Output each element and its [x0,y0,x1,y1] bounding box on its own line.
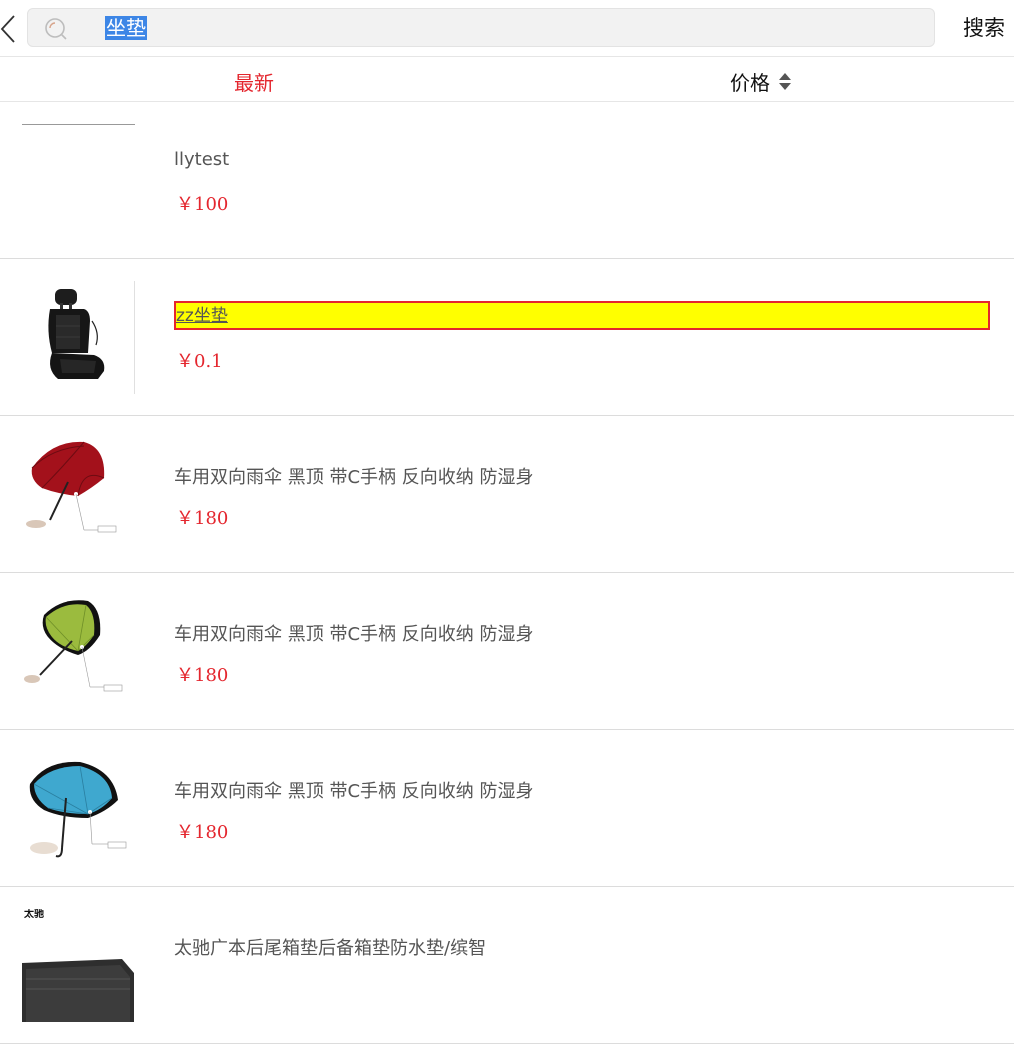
product-item[interactable]: 太驰 太驰广本后尾箱垫后备箱垫防水垫/缤智 [0,887,1014,1044]
product-item[interactable]: zz坐垫 ￥0.1 [0,259,1014,416]
product-image-placeholder [22,124,135,125]
product-title: llytest [174,149,230,170]
product-item[interactable]: 车用双向雨伞 黑顶 带C手柄 反向收纳 防湿身 ￥180 [0,573,1014,730]
sort-latest-tab[interactable]: 最新 [234,67,274,96]
product-item[interactable]: 车用双向雨伞 黑顶 带C手柄 反向收纳 防湿身 ￥180 [0,730,1014,887]
product-price: ￥180 [176,665,229,686]
red-umbrella-image [26,441,117,533]
search-query-text[interactable]: 坐垫 [105,16,147,40]
search-button[interactable]: 搜索 [963,13,1005,43]
product-item[interactable]: 车用双向雨伞 黑顶 带C手柄 反向收纳 防湿身 ￥180 [0,416,1014,573]
car-seat-cushion-image [48,281,135,394]
product-price: ￥180 [176,508,229,529]
product-price: ￥0.1 [176,351,223,372]
product-title: 车用双向雨伞 黑顶 带C手柄 反向收纳 防湿身 [174,467,534,488]
product-list: llytest ￥100 zz坐垫 ￥0.1 车用双向雨伞 黑顶 带C手柄 反向… [0,102,1014,1044]
sort-arrows-icon[interactable] [778,71,792,91]
product-price: ￥100 [176,194,229,215]
product-title: 车用双向雨伞 黑顶 带C手柄 反向收纳 防湿身 [174,624,534,645]
sort-bar: 最新 价格 [0,57,1014,102]
trunk-mat-image: 太驰 [22,909,134,1022]
product-price: ￥180 [176,822,229,843]
sort-price-tab[interactable]: 价格 [730,67,770,96]
green-umbrella-image [24,600,123,692]
product-title: 太驰广本后尾箱垫后备箱垫防水垫/缤智 [174,938,487,959]
product-title-highlighted[interactable]: zz坐垫 [174,301,990,330]
product-title: 车用双向雨伞 黑顶 带C手柄 反向收纳 防湿身 [174,781,534,802]
search-header: 坐垫 搜索 [0,0,1014,57]
chevron-left-icon [0,15,15,43]
brand-logo: 太驰 [23,909,44,920]
search-input[interactable]: 坐垫 [27,8,935,47]
blue-umbrella-image [29,761,127,858]
back-button[interactable] [0,14,18,44]
search-icon [45,18,67,40]
product-item[interactable]: llytest ￥100 [0,102,1014,259]
